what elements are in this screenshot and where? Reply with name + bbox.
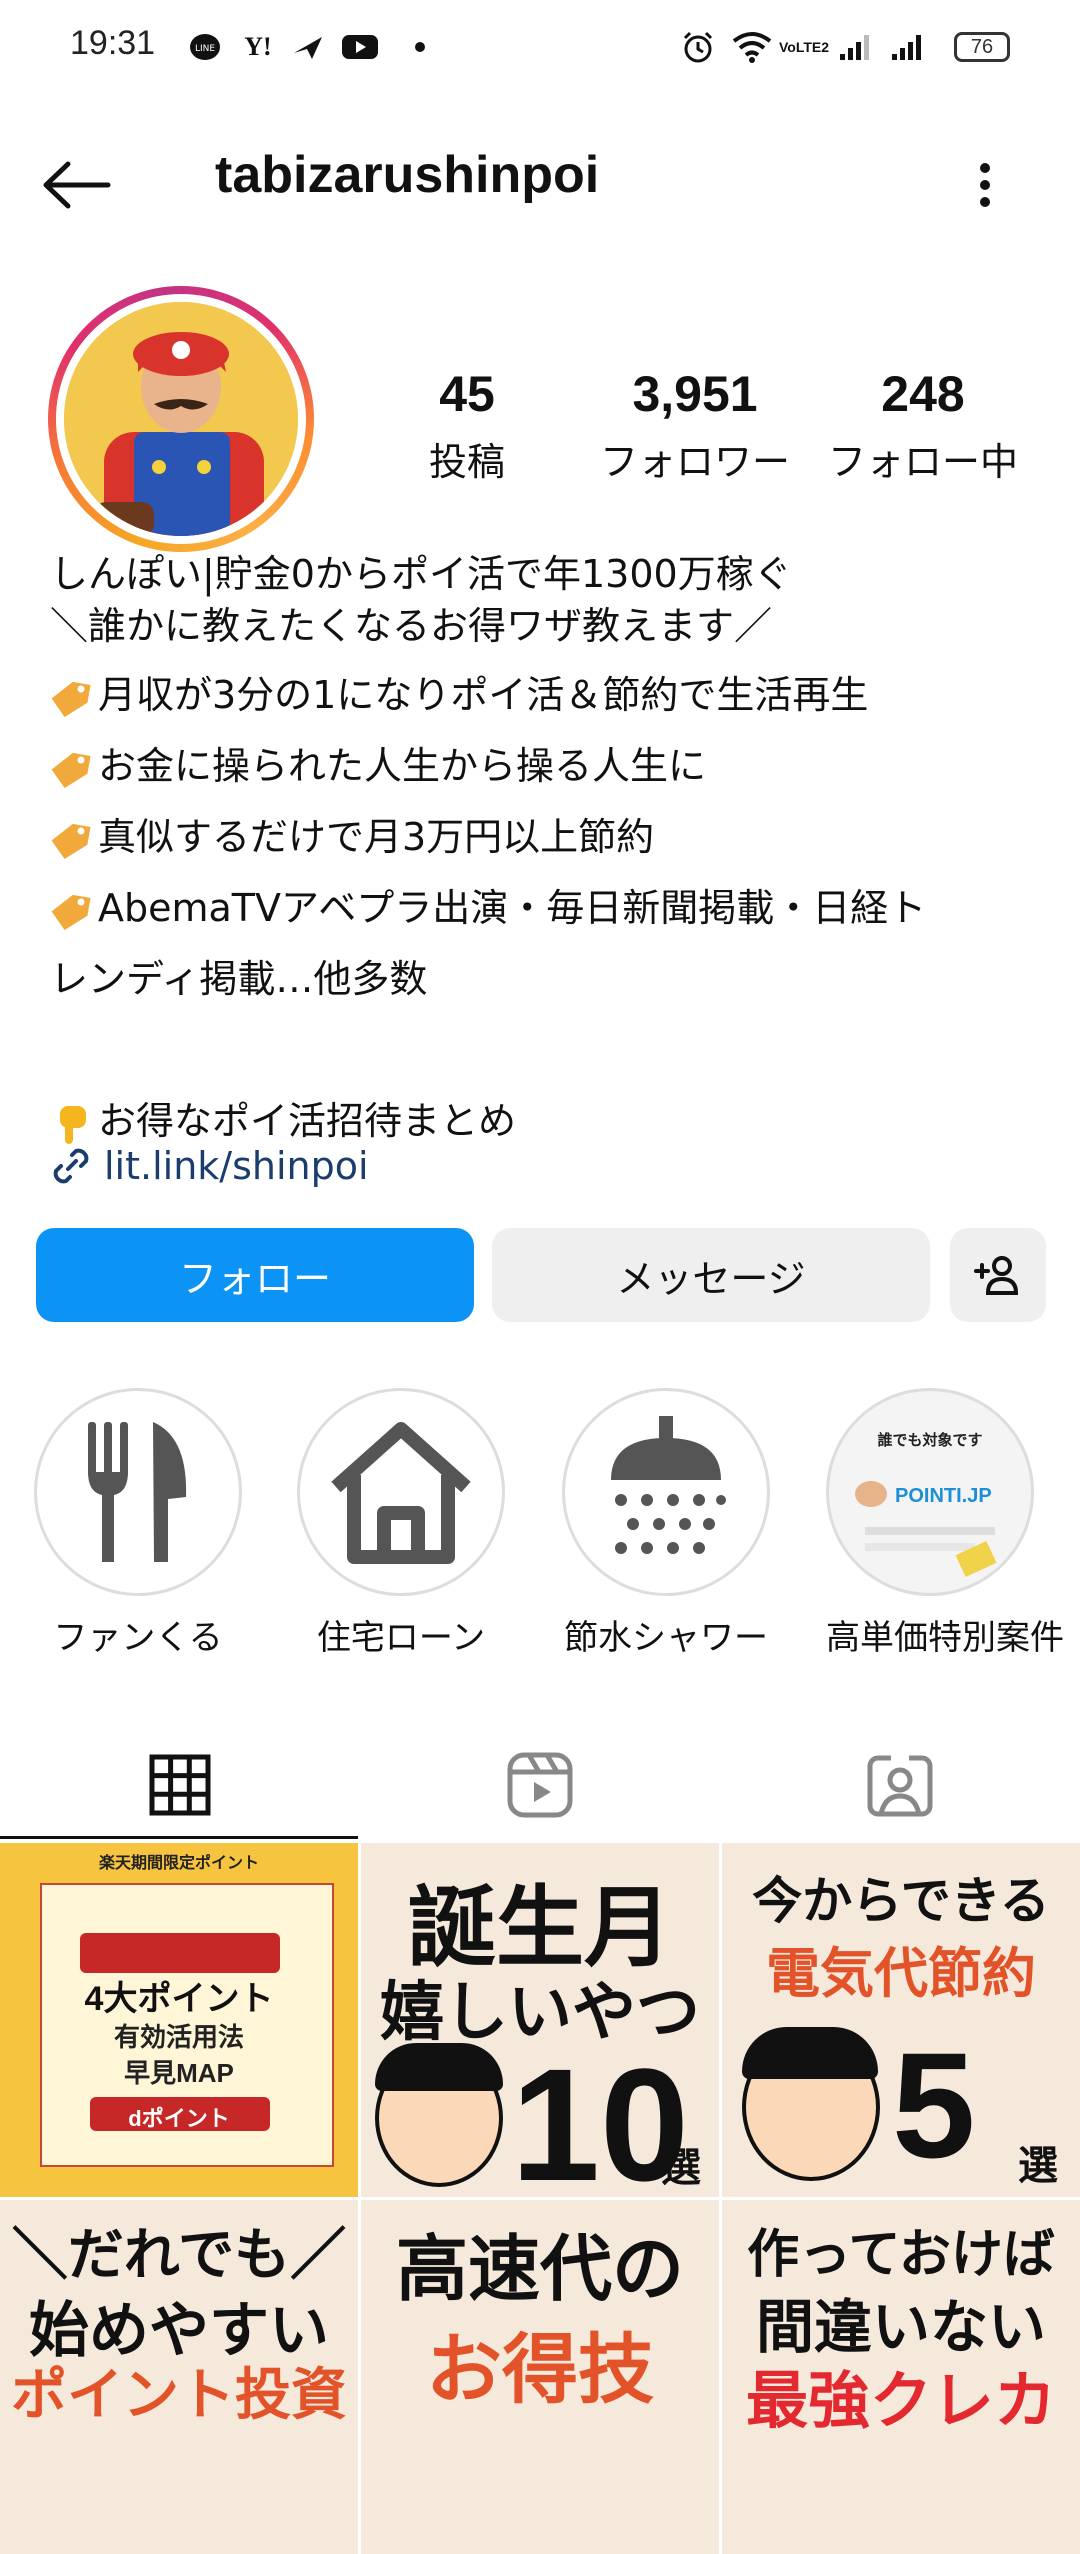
avatar[interactable] <box>64 302 298 536</box>
bio-text: 月収が3分の1になりポイ活＆節約で生活再生 <box>98 673 869 717</box>
bio-line: 月収が3分の1になりポイ活＆節約で生活再生 <box>50 660 1040 731</box>
arrow-left-icon <box>43 161 111 209</box>
tagged-icon <box>867 1754 933 1817</box>
tab-reels[interactable] <box>360 1730 720 1840</box>
wifi-icon <box>730 30 774 64</box>
status-bar: 19:31 LINE Y! VoLTE2 76 <box>0 0 1080 96</box>
line-icon: LINE <box>188 30 222 64</box>
highlight-water-saving-shower[interactable]: 節水シャワー <box>562 1388 770 1659</box>
signal-icon <box>888 30 928 64</box>
avatar-photo <box>64 302 298 536</box>
stat-label: 投稿 <box>428 440 505 484</box>
suggest-users-button[interactable] <box>950 1228 1046 1322</box>
svg-text:LINE: LINE <box>195 44 215 54</box>
highlight-label: 高単価特別案件 <box>826 1618 1064 1658</box>
fork-knife-icon <box>88 1422 187 1562</box>
reels-icon <box>507 1752 573 1818</box>
bio-text: AbemaTVアベプラ出演・毎日新聞掲載・日経ト <box>98 886 927 930</box>
battery-level: 76 <box>954 32 1010 62</box>
price-tag-icon <box>51 752 91 788</box>
link-text[interactable]: lit.link/shinpoi <box>104 1144 369 1188</box>
yahoo-icon: Y! <box>244 32 272 61</box>
dot-icon <box>410 30 430 64</box>
bio-subtitle: ＼誰かに教えたくなるお得ワザ教えます／ <box>50 604 773 648</box>
highlight-label: ファンくる <box>53 1618 223 1658</box>
profile-bio: しんぽい|貯金0からポイ活で年1300万稼ぐ ＼誰かに教えたくなるお得ワザ教えま… <box>50 548 1040 1157</box>
bio-line: 真似するだけで月3万円以上節約 <box>50 802 1040 873</box>
price-tag-icon <box>51 894 91 930</box>
stat-value: 3,951 <box>632 366 758 422</box>
stat-label: フォロー中 <box>827 440 1018 484</box>
bio-line: レンディ掲載…他多数 <box>50 957 428 1001</box>
signal-icon <box>836 30 876 64</box>
stat-followers[interactable]: 3,951 フォロワー <box>590 365 800 486</box>
tab-posts-grid[interactable] <box>0 1730 360 1840</box>
highlight-label: 節水シャワー <box>564 1618 768 1658</box>
alarm-icon <box>678 30 718 64</box>
stat-label: フォロワー <box>599 440 790 484</box>
message-button[interactable]: メッセージ <box>492 1228 930 1322</box>
link-icon <box>53 1148 89 1184</box>
bio-line: AbemaTVアベプラ出演・毎日新聞掲載・日経ト <box>50 873 1040 944</box>
bio-line: お金に操られた人生から操る人生に <box>50 731 1040 802</box>
tab-tagged[interactable] <box>720 1730 1080 1840</box>
post-thumbnail[interactable]: 作っておけば 間違いない 最強クレカ <box>722 2200 1080 2554</box>
post-thumbnail[interactable]: 高速代の お得技 <box>361 2200 719 2554</box>
post-thumbnail[interactable]: ＼だれでも／ 始めやすい ポイント投資 <box>0 2200 358 2554</box>
bio-link[interactable]: lit.link/shinpoi <box>48 1138 369 1194</box>
price-tag-icon <box>51 681 91 717</box>
post-thumbnail[interactable]: 今からできる 電気代節約 5 選 <box>722 1843 1080 2197</box>
paper-plane-icon <box>290 30 326 64</box>
pointi-thumbnail: 誰でも対象です POINTI.JP <box>835 1397 1025 1587</box>
stat-posts[interactable]: 45 投稿 <box>362 365 572 486</box>
volte-icon: VoLTE2 <box>778 39 830 55</box>
house-icon <box>331 1422 471 1564</box>
follow-button[interactable]: フォロー <box>36 1228 474 1322</box>
add-user-icon <box>974 1256 1019 1295</box>
more-vertical-icon <box>980 163 990 207</box>
stat-value: 45 <box>439 366 495 422</box>
stat-following[interactable]: 248 フォロー中 <box>818 365 1028 486</box>
bio-text: 真似するだけで月3万円以上節約 <box>98 815 655 859</box>
status-time: 19:31 <box>70 24 156 62</box>
shower-icon <box>611 1416 726 1554</box>
youtube-icon <box>340 30 380 64</box>
highlight-housing-loan[interactable]: 住宅ローン <box>297 1388 505 1659</box>
bio-text: お金に操られた人生から操る人生に <box>98 744 707 788</box>
bio-name: しんぽい|貯金0からポイ活で年1300万稼ぐ <box>50 552 792 596</box>
bio-text: お得なポイ活招待まとめ <box>98 1099 517 1143</box>
post-thumbnail[interactable]: 誕生月 嬉しいやつ 10 選 <box>361 1843 719 2197</box>
post-thumbnail[interactable]: 楽天期間限定ポイント 4大ポイント 有効活用法 早見MAP dポイント <box>0 1843 358 2197</box>
more-options-button[interactable] <box>960 150 1010 220</box>
back-button[interactable] <box>40 150 130 220</box>
highlight-label: 住宅ローン <box>316 1618 486 1658</box>
highlight-fankuru[interactable]: ファンくる <box>34 1388 242 1659</box>
highlight-high-value-offers[interactable]: 誰でも対象です POINTI.JP 高単価特別案件 <box>826 1388 1064 1659</box>
profile-username: tabizarushinpoi <box>215 146 600 204</box>
stat-value: 248 <box>881 366 965 422</box>
grid-icon <box>149 1754 211 1816</box>
price-tag-icon <box>51 823 91 859</box>
battery-icon: 76 <box>950 30 1014 64</box>
tab-active-indicator <box>0 1836 358 1839</box>
